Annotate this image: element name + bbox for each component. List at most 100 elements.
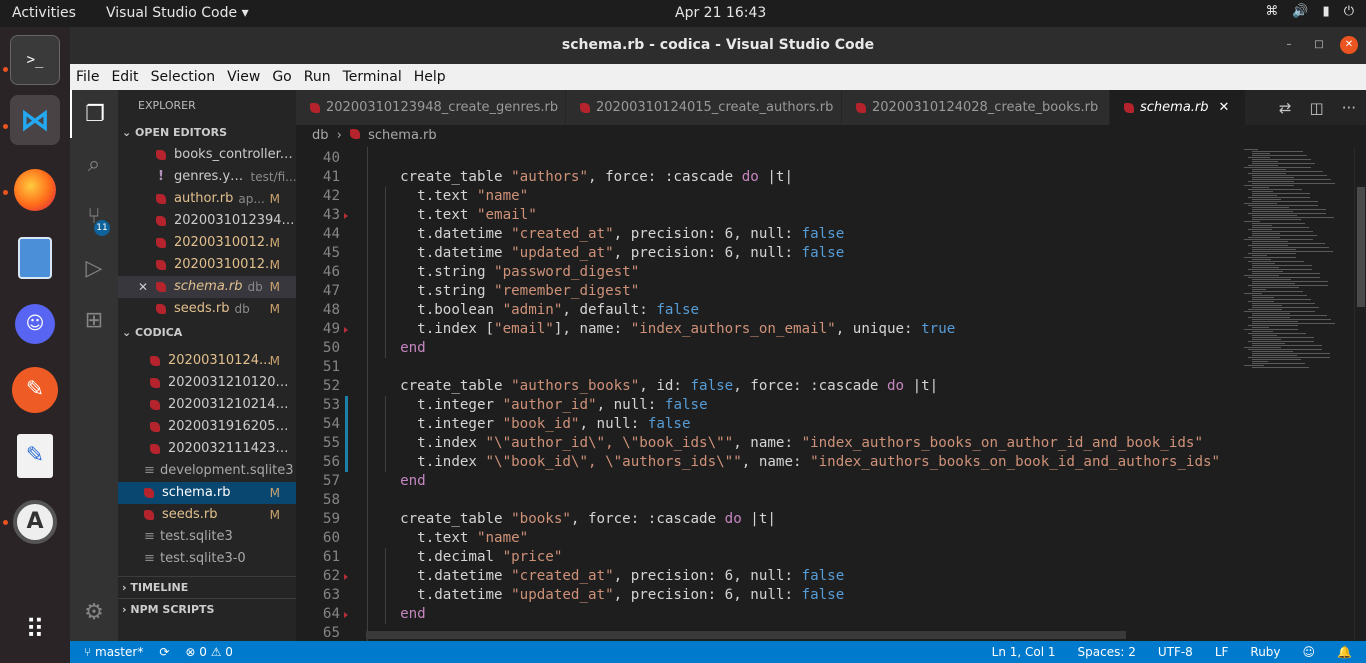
menu-item-edit[interactable]: Edit: [111, 69, 138, 85]
files-icon[interactable]: [10, 233, 60, 283]
code-editor[interactable]: 40 41 create_table "authors", force: :cas…: [296, 147, 1240, 641]
minimap-line: [1252, 255, 1267, 256]
sync-icon[interactable]: ⟳: [159, 641, 169, 663]
open-editor-item[interactable]: 20200310012... M: [118, 254, 296, 276]
open-editor-item[interactable]: ✕ schema.rb db M: [118, 276, 296, 298]
firefox-icon[interactable]: [10, 165, 60, 215]
text-editor-icon[interactable]: ✎: [10, 431, 60, 481]
feedback-icon[interactable]: ☺: [1303, 641, 1316, 663]
tab-label: 20200310123948_create_genres.rb: [326, 100, 559, 115]
minimap-line: [1252, 281, 1328, 282]
code-text: create_table "authors_books", id: false,…: [383, 377, 938, 396]
extensions-icon[interactable]: ⊞: [70, 296, 118, 344]
close-icon[interactable]: ✕: [1340, 36, 1358, 54]
cursor-position[interactable]: Ln 1, Col 1: [992, 641, 1056, 663]
split-editor-icon[interactable]: ◫: [1310, 99, 1324, 117]
vertical-scrollbar[interactable]: [1354, 147, 1366, 641]
code-token: "email": [494, 321, 554, 337]
open-editor-item[interactable]: books_controller.r...: [118, 144, 296, 166]
explorer-icon[interactable]: ❐: [70, 90, 118, 138]
menu-item-view[interactable]: View: [227, 69, 260, 85]
ruby-file-icon: [156, 260, 166, 270]
open-editor-item[interactable]: seeds.rb db M: [118, 298, 296, 320]
encoding[interactable]: UTF-8: [1158, 641, 1193, 663]
horizontal-scrollbar[interactable]: [366, 631, 1126, 639]
code-token: false: [801, 245, 845, 261]
indentation[interactable]: Spaces: 2: [1078, 641, 1136, 663]
file-tree-item[interactable]: ≡ test.sqlite3-0: [118, 548, 296, 570]
power-icon[interactable]: ⏻: [1344, 4, 1354, 19]
branch-indicator[interactable]: ⑂ master*: [84, 641, 143, 663]
file-tree-item[interactable]: seeds.rb M: [118, 504, 296, 526]
network-icon[interactable]: ⌘: [1265, 4, 1278, 19]
tab-schema-rb[interactable]: schema.rb ✕: [1110, 90, 1247, 125]
system-tray[interactable]: ⌘ 🔊 ▮ ⏻: [1265, 4, 1354, 19]
minimap[interactable]: [1240, 147, 1354, 641]
code-text: t.index ["email"], name: "index_authors_…: [383, 320, 955, 339]
scrollbar-thumb[interactable]: [1357, 187, 1365, 307]
file-tree-item[interactable]: 20200310124... M: [118, 350, 296, 372]
menu-item-terminal[interactable]: Terminal: [343, 69, 402, 85]
language-mode[interactable]: Ruby: [1250, 641, 1280, 663]
open-editor-item[interactable]: 20200310012... M: [118, 232, 296, 254]
postman-icon[interactable]: ✎: [10, 365, 60, 415]
menu-item-selection[interactable]: Selection: [151, 69, 216, 85]
file-tree-item[interactable]: ≡ test.sqlite3: [118, 526, 296, 548]
menu-item-run[interactable]: Run: [304, 69, 331, 85]
open-editor-item[interactable]: ! books_genres.yml ...: [118, 320, 296, 322]
ruby-file-icon: [150, 400, 160, 410]
close-tab-icon[interactable]: ✕: [1219, 100, 1230, 115]
menu-item-help[interactable]: Help: [414, 69, 446, 85]
menu-item-file[interactable]: File: [76, 69, 99, 85]
breadcrumb-file[interactable]: schema.rb: [368, 128, 437, 143]
menu-item-go[interactable]: Go: [272, 69, 291, 85]
code-token: , precision: 6, null:: [613, 587, 802, 603]
close-editor-icon[interactable]: ✕: [138, 276, 148, 298]
open-editor-item[interactable]: author.rb ap... M: [118, 188, 296, 210]
minimap-line: [1248, 309, 1282, 310]
minimize-icon[interactable]: –: [1280, 36, 1298, 54]
project-section[interactable]: ⌄ CODICA: [118, 322, 296, 344]
open-editors-section[interactable]: ⌄ OPEN EDITORS: [118, 122, 296, 144]
minimap-line: [1248, 325, 1298, 326]
open-editor-item[interactable]: 20200310123948_...: [118, 210, 296, 232]
battery-icon[interactable]: ▮: [1323, 4, 1330, 19]
terminal-icon[interactable]: >_: [10, 35, 60, 85]
source-control-icon[interactable]: ⑂ 11: [70, 192, 118, 240]
vscode-icon[interactable]: ⋈: [10, 95, 60, 145]
npm-scripts-section[interactable]: › NPM SCRIPTS: [118, 598, 296, 620]
file-tree-item[interactable]: 20200312101209_...: [118, 372, 296, 394]
tab-20200310124015-create-authors-rb[interactable]: 20200310124015_create_authors.rb: [566, 90, 842, 125]
show-apps-icon[interactable]: ⠿: [10, 605, 60, 655]
tab-20200310124028-create-books-rb[interactable]: 20200310124028_create_books.rb: [842, 90, 1110, 125]
problems-indicator[interactable]: ⊗ 0 ⚠ 0: [185, 641, 233, 663]
file-tree-item[interactable]: 20200312102142_...: [118, 394, 296, 416]
clock[interactable]: Apr 21 16:43: [675, 5, 766, 21]
file-tree-item[interactable]: ≡ development.sqlite3: [118, 460, 296, 482]
app-menu[interactable]: Visual Studio Code ▾: [106, 5, 249, 21]
more-actions-icon[interactable]: ···: [1342, 99, 1356, 117]
maximize-icon[interactable]: □: [1310, 36, 1328, 54]
file-tree-item[interactable]: schema.rb M: [118, 482, 296, 504]
file-tree-item[interactable]: 20200319162058_...: [118, 416, 296, 438]
file-name: genres.yml: [174, 169, 246, 184]
tab-20200310123948-create-genres-rb[interactable]: 20200310123948_create_genres.rb: [296, 90, 566, 125]
breadcrumb-folder[interactable]: db: [312, 128, 329, 143]
software-center-icon[interactable]: A: [10, 497, 60, 547]
settings-gear-icon[interactable]: ⚙: [70, 588, 118, 636]
file-tree-item[interactable]: 20200321114236_...: [118, 438, 296, 460]
open-changes-icon[interactable]: ⇄: [1279, 99, 1292, 117]
open-editor-item[interactable]: ! genres.yml test/fi...: [118, 166, 296, 188]
minimap-line: [1244, 239, 1313, 240]
line-ending[interactable]: LF: [1215, 641, 1229, 663]
run-debug-icon[interactable]: ▷: [70, 244, 118, 292]
discord-icon[interactable]: ☺: [10, 299, 60, 349]
volume-icon[interactable]: 🔊: [1292, 4, 1308, 19]
search-icon[interactable]: ⌕: [70, 140, 118, 188]
activities-button[interactable]: Activities: [12, 5, 76, 21]
minimap-line: [1248, 301, 1274, 302]
minimap-line: [1252, 355, 1297, 356]
timeline-section[interactable]: › TIMELINE: [118, 576, 296, 598]
bell-icon[interactable]: 🔔: [1337, 641, 1352, 663]
minimap-line: [1252, 343, 1285, 344]
